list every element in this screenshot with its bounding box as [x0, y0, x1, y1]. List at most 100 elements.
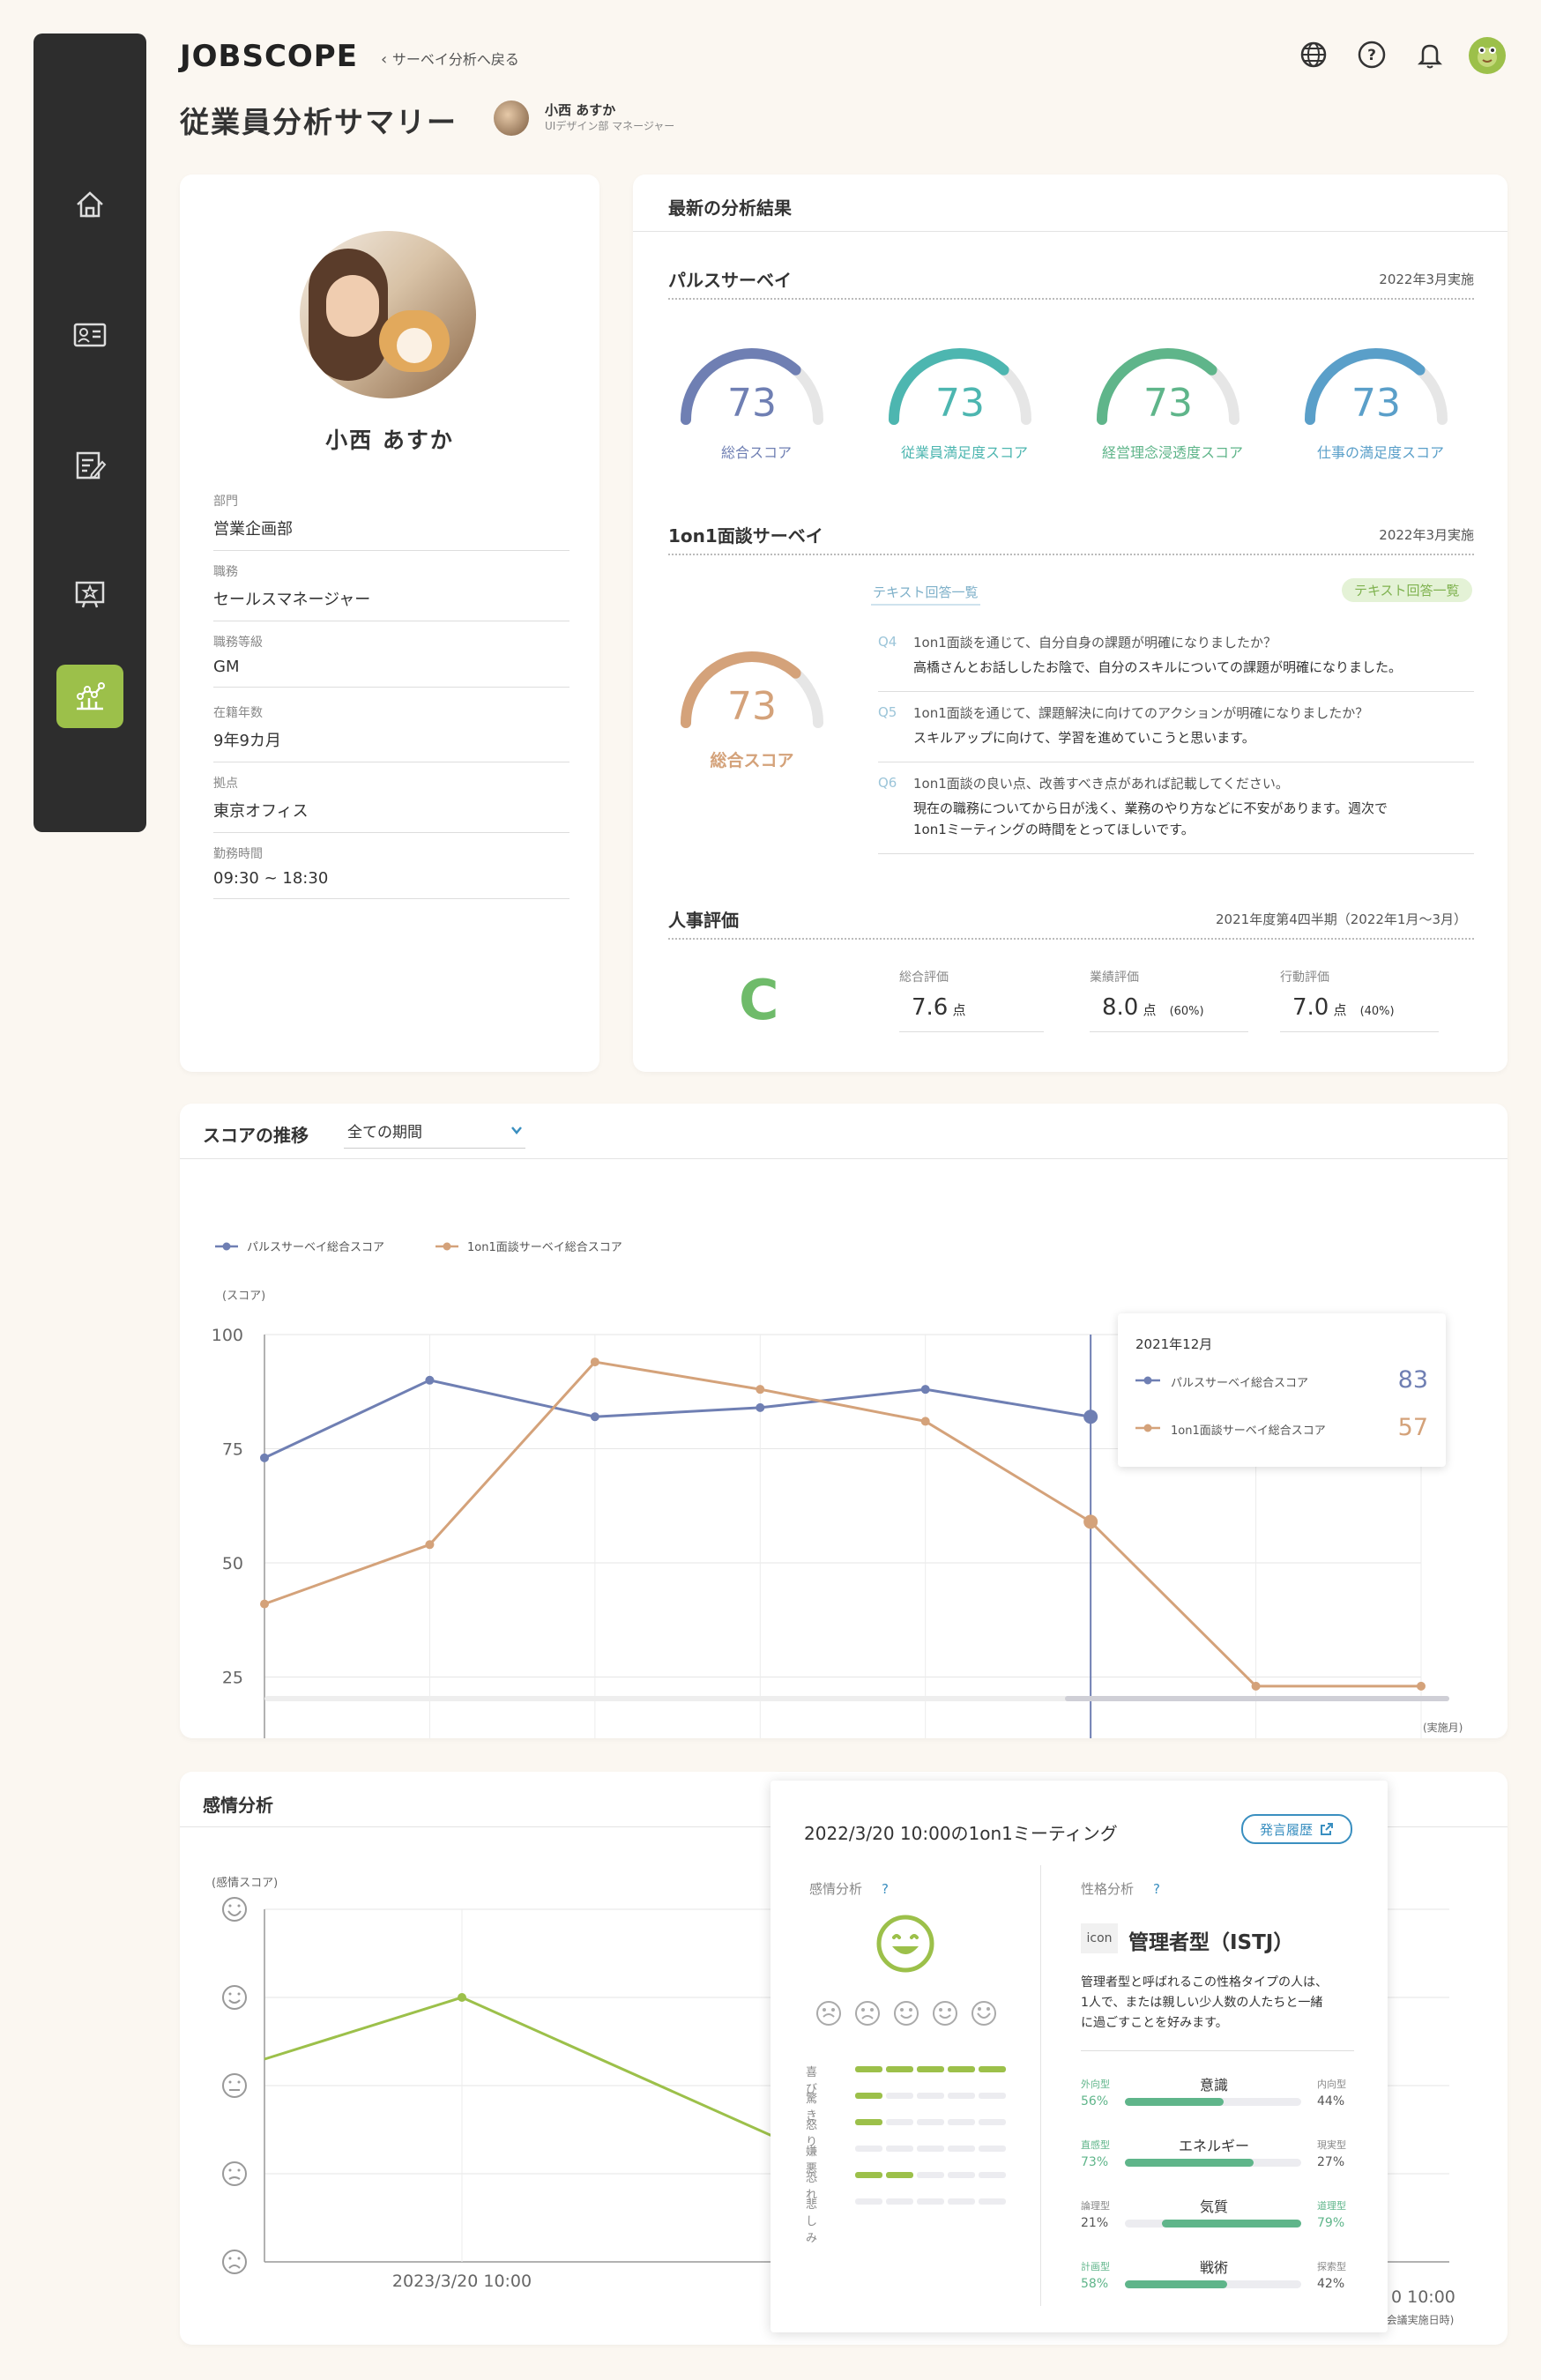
analytics-icon	[77, 682, 105, 710]
emotion-face-icon	[222, 1897, 247, 1922]
emotion-face-icon	[222, 2161, 247, 2186]
data-point[interactable]	[756, 1385, 765, 1395]
profile-field-department: 部門 営業企画部	[213, 492, 570, 551]
emotion-face-icons	[816, 2001, 996, 2026]
profile-field-role: 職務 セールスマネージャー	[213, 562, 570, 621]
data-point[interactable]	[260, 1453, 269, 1462]
tooltip-pulse-marker	[1135, 1376, 1160, 1385]
tab-text-answers[interactable]: テキスト回答一覧	[871, 580, 980, 606]
oneonone-date: 2022年3月実施	[1379, 527, 1474, 543]
help-icon[interactable]: ?	[882, 1881, 889, 1897]
emotion-bar-segment	[855, 2119, 882, 2125]
frog-avatar-icon	[1478, 47, 1497, 67]
gauge-value: 73	[727, 684, 777, 729]
trait-left-percent: 21%	[1081, 2216, 1109, 2230]
pulse-date: 2022年3月実施	[1379, 271, 1474, 287]
svg-text:?: ?	[1367, 47, 1376, 64]
trait-left-percent: 56%	[1081, 2094, 1109, 2109]
tooltip-series-value: 57	[1397, 1414, 1428, 1441]
tooltip-title: 2021年12月	[1135, 1336, 1213, 1352]
sidebar-item-profile[interactable]	[56, 303, 123, 367]
star-board-icon	[75, 581, 105, 608]
emotion-bar-segment	[948, 2146, 975, 2152]
score-value: 7.0	[1292, 994, 1329, 1021]
field-label: 拠点	[213, 777, 238, 791]
data-point[interactable]	[920, 1417, 930, 1426]
x-tick-label: 0 10:00	[1391, 2287, 1455, 2307]
emotion-bar-segment	[886, 2198, 913, 2205]
tooltip-series-name: パルスサーベイ総合スコア	[1171, 1377, 1309, 1390]
gauge-label: 総合スコア	[720, 444, 792, 461]
back-link[interactable]: ‹ サーベイ分析へ戻る	[381, 48, 519, 69]
emotion-bar-segment	[948, 2172, 975, 2178]
field-value: GM	[213, 658, 240, 676]
history-button[interactable]: 発言履歴	[1241, 1814, 1352, 1844]
divider	[633, 231, 1508, 232]
help-button[interactable]: ?	[1354, 37, 1389, 72]
help-icon[interactable]: ?	[1153, 1881, 1160, 1897]
sidebar-item-analysis[interactable]	[56, 665, 123, 728]
user-avatar[interactable]	[1469, 37, 1506, 74]
globe-icon	[1300, 41, 1327, 68]
sidebar-item-survey[interactable]	[56, 434, 123, 497]
data-point[interactable]	[425, 1540, 435, 1550]
score-label: 業績評価	[1090, 971, 1139, 985]
oneonone-gauge: 73	[681, 651, 823, 729]
period-select[interactable]: 全ての期間	[344, 1119, 525, 1149]
personality-type-icon: icon	[1081, 1923, 1118, 1953]
legend-label: 1on1面談サーベイ総合スコア	[467, 1240, 622, 1254]
description-line: 管理者型と呼ばれるこの性格タイプの人は、	[1081, 1975, 1328, 1990]
trait-bar-fill	[1125, 2098, 1224, 2106]
emotion-bar-segment	[979, 2119, 1006, 2125]
personality-label-text: 性格分析	[1081, 1881, 1135, 1897]
trait-left-label: 論理型	[1081, 2200, 1110, 2212]
trait-left-label: 直感型	[1081, 2139, 1110, 2151]
emotion-face-icon	[222, 1985, 247, 2010]
y-axis-label: (スコア)	[222, 1290, 265, 1303]
profile-field-grade: 職務等級 GM	[213, 633, 570, 688]
sidebar-item-evaluation[interactable]	[56, 562, 123, 626]
notification-button[interactable]	[1412, 37, 1448, 72]
score-label: 総合評価	[899, 971, 949, 985]
data-point[interactable]	[1083, 1409, 1098, 1424]
gauge-label: 経営理念浸透度スコア	[1101, 444, 1243, 461]
trait-right-label: 道理型	[1317, 2200, 1346, 2212]
data-point[interactable]	[590, 1412, 599, 1422]
chart-scrollbar-thumb[interactable]	[1065, 1696, 1449, 1701]
latest-analysis-card: 最新の分析結果 パルスサーベイ 2022年3月実施 73 73 73 73 総合スコア…	[633, 175, 1508, 1072]
profile-field-hours: 勤務時間 09:30 ~ 18:30	[213, 844, 570, 899]
data-point[interactable]	[590, 1357, 599, 1367]
answer-text: 高橋さんとお話ししたお陰で、自分のスキルについての課題が明確になりました。	[913, 659, 1402, 675]
qa-item: Q5 1on1面談を通じて、課題解決に向けてのアクションが明確になりましたか？ …	[878, 703, 1474, 762]
field-value: 9年9カ月	[213, 732, 281, 750]
trait-bar-fill	[1125, 2280, 1227, 2288]
tab-text-answers-active[interactable]: テキスト回答一覧	[1342, 578, 1472, 602]
trait-bar-fill	[1125, 2159, 1254, 2167]
trait-right-label: 探索型	[1317, 2261, 1346, 2272]
score-unit: 点	[952, 1002, 966, 1018]
data-point[interactable]	[458, 1993, 466, 2002]
data-point[interactable]	[1083, 1514, 1098, 1529]
y-tick-label: 75	[222, 1440, 243, 1460]
language-button[interactable]	[1296, 37, 1331, 72]
score-unit: 点	[1333, 1002, 1347, 1018]
x-axis-label: (実施月)	[1423, 1721, 1463, 1734]
data-point[interactable]	[756, 1402, 765, 1412]
bell-icon	[1417, 44, 1443, 69]
emotion-label: 感情分析?	[809, 1879, 889, 1898]
chevron-down-icon	[510, 1123, 524, 1141]
data-point[interactable]	[260, 1599, 269, 1609]
emotion-bar-segment	[979, 2172, 1006, 2178]
x-tick-label: 2023/3/20 10:00	[392, 2272, 532, 2291]
app-logo[interactable]: JOBSCOPE	[180, 39, 358, 74]
data-point[interactable]	[1417, 1681, 1426, 1691]
trait-right-percent: 79%	[1317, 2216, 1345, 2230]
legend-label: パルスサーベイ総合スコア	[247, 1241, 384, 1254]
data-point[interactable]	[920, 1385, 930, 1395]
chart-scrollbar-track[interactable]	[264, 1696, 1449, 1701]
data-point[interactable]	[1251, 1681, 1261, 1691]
popup-divider	[1081, 2050, 1354, 2051]
manager-role: UIデザイン部 マネージャー	[545, 120, 675, 132]
sidebar-item-home[interactable]	[56, 173, 123, 236]
data-point[interactable]	[425, 1375, 435, 1385]
